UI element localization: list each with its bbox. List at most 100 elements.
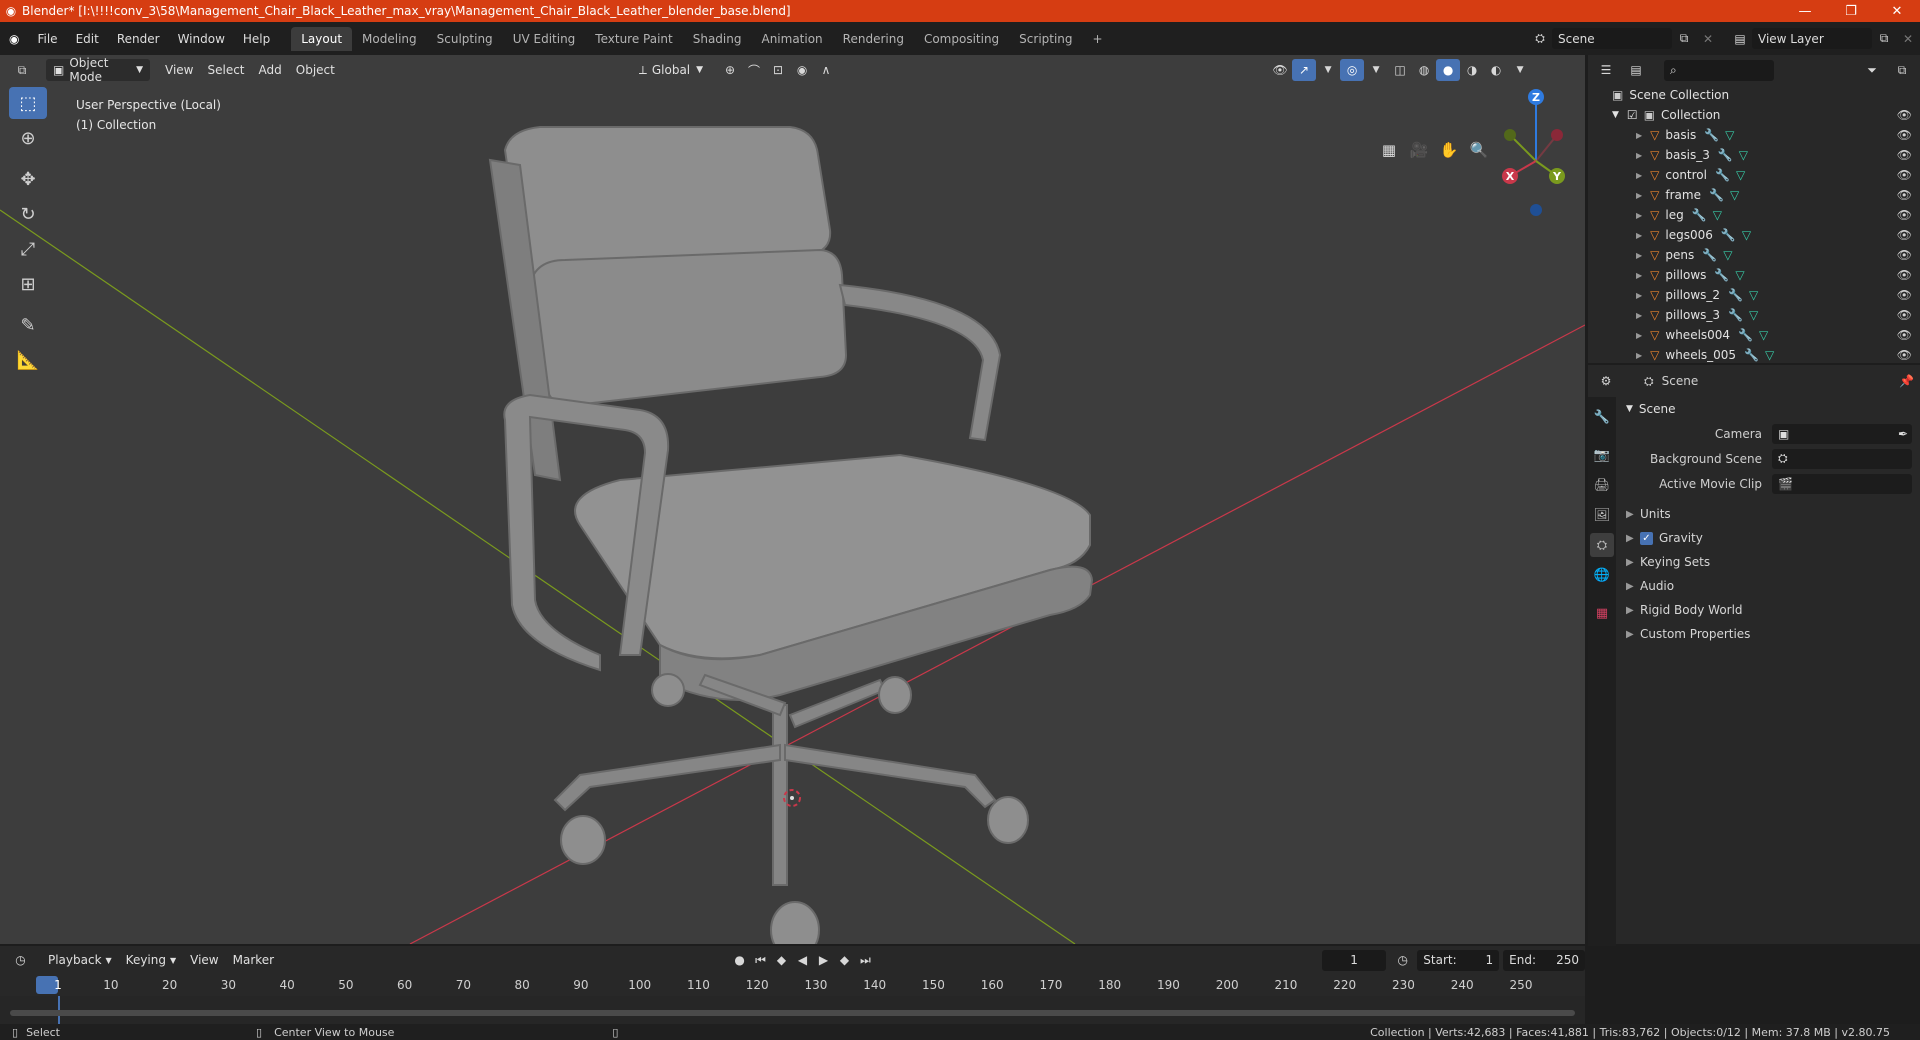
outliner-object-row[interactable]: ▶ ▽ wheels004 🔧 ▽ 👁: [1588, 325, 1920, 345]
expand-arrow-icon[interactable]: ▶: [1636, 191, 1642, 200]
outliner-search-input[interactable]: ⌕: [1664, 59, 1774, 81]
mesh-data-icon[interactable]: ▽: [1749, 288, 1758, 302]
falloff-icon[interactable]: ∧: [814, 59, 838, 81]
visibility-eye-icon[interactable]: 👁: [1897, 108, 1912, 122]
outliner-object-row[interactable]: ▶ ▽ legs006 🔧 ▽ 👁: [1588, 225, 1920, 245]
gizmo-dropdown-icon[interactable]: ▼: [1316, 59, 1340, 81]
play-icon[interactable]: ▶: [813, 949, 834, 971]
tab-uv-editing[interactable]: UV Editing: [503, 27, 586, 51]
tab-shading[interactable]: Shading: [683, 27, 752, 51]
tab-texture-paint[interactable]: Texture Paint: [585, 27, 682, 51]
keying-sets-subpanel[interactable]: ▶ Keying Sets: [1618, 550, 1920, 574]
expand-arrow-icon[interactable]: ▶: [1636, 211, 1642, 220]
modifier-wrench-icon[interactable]: 🔧: [1692, 208, 1707, 222]
units-subpanel[interactable]: ▶ Units: [1618, 502, 1920, 526]
visibility-eye-icon[interactable]: 👁: [1897, 188, 1912, 202]
visibility-eye-icon[interactable]: 👁: [1897, 228, 1912, 242]
modifier-wrench-icon[interactable]: 🔧: [1702, 248, 1717, 262]
mesh-data-icon[interactable]: ▽: [1725, 128, 1734, 142]
add-workspace-icon[interactable]: +: [1083, 27, 1113, 51]
remove-scene-icon[interactable]: ✕: [1696, 28, 1720, 50]
start-frame-field[interactable]: Start: 1: [1417, 949, 1500, 971]
scale-tool-icon[interactable]: ⤢: [9, 233, 47, 265]
expand-arrow-icon[interactable]: ▶: [1636, 231, 1642, 240]
cursor-tool-icon[interactable]: ⊕: [9, 122, 47, 154]
audio-subpanel[interactable]: ▶ Audio: [1618, 574, 1920, 598]
rigid-body-world-subpanel[interactable]: ▶ Rigid Body World: [1618, 598, 1920, 622]
menu-edit[interactable]: Edit: [67, 32, 108, 46]
menu-select[interactable]: Select: [200, 59, 251, 81]
checkbox-icon[interactable]: ☑: [1627, 108, 1638, 122]
visibility-eye-icon[interactable]: 👁: [1897, 308, 1912, 322]
pan-hand-icon[interactable]: ✋: [1436, 137, 1462, 163]
editor-type-icon[interactable]: ⧉: [10, 59, 34, 81]
menu-add[interactable]: Add: [252, 59, 289, 81]
tab-animation[interactable]: Animation: [751, 27, 832, 51]
render-tab-icon[interactable]: 📷: [1590, 443, 1614, 467]
mesh-data-icon[interactable]: ▽: [1736, 168, 1745, 182]
background-scene-field[interactable]: ⛭: [1772, 448, 1912, 469]
visibility-eye-icon[interactable]: 👁: [1897, 148, 1912, 162]
camera-field[interactable]: ▣ ✒: [1772, 423, 1912, 444]
view-layer-icon[interactable]: ▤: [1728, 28, 1752, 50]
expand-arrow-icon[interactable]: ▶: [1636, 311, 1642, 320]
move-tool-icon[interactable]: ✥: [9, 163, 47, 195]
menu-render[interactable]: Render: [108, 32, 169, 46]
expand-arrow-icon[interactable]: ▶: [1636, 131, 1642, 140]
menu-marker[interactable]: Marker: [226, 949, 281, 971]
eyedropper-icon[interactable]: ✒: [1898, 427, 1908, 441]
proportional-edit-icon[interactable]: ◉: [790, 59, 814, 81]
timeline-track[interactable]: [0, 996, 1585, 1024]
pin-icon[interactable]: 📌: [1899, 374, 1914, 388]
modifier-wrench-icon[interactable]: 🔧: [1709, 188, 1724, 202]
view-object-types-icon[interactable]: 👁: [1268, 59, 1292, 81]
scene-name-field[interactable]: Scene: [1552, 28, 1672, 49]
outliner-object-row[interactable]: ▶ ▽ pens 🔧 ▽ 👁: [1588, 245, 1920, 265]
new-view-layer-icon[interactable]: ⧉: [1872, 28, 1896, 50]
outliner-object-row[interactable]: ▶ ▽ pillows_3 🔧 ▽ 👁: [1588, 305, 1920, 325]
tab-scripting[interactable]: Scripting: [1009, 27, 1082, 51]
end-frame-field[interactable]: End: 250: [1503, 949, 1586, 971]
view-layer-field[interactable]: View Layer: [1752, 28, 1872, 49]
expand-arrow-icon[interactable]: ▶: [1636, 291, 1642, 300]
material-shading-icon[interactable]: ◑: [1460, 59, 1484, 81]
next-keyframe-icon[interactable]: ◆: [834, 949, 855, 971]
modifier-wrench-icon[interactable]: 🔧: [1728, 308, 1743, 322]
visibility-eye-icon[interactable]: 👁: [1897, 248, 1912, 262]
texture-tab-icon[interactable]: ▦: [1590, 601, 1614, 625]
gizmo-toggle-icon[interactable]: ↗: [1292, 59, 1317, 81]
outliner-editor-type-icon[interactable]: ☰: [1594, 59, 1618, 81]
overlay-toggle-icon[interactable]: ◎: [1340, 59, 1365, 81]
xray-icon[interactable]: ◫: [1388, 59, 1412, 81]
menu-view[interactable]: View: [158, 59, 200, 81]
rendered-shading-icon[interactable]: ◐: [1484, 59, 1508, 81]
rotate-tool-icon[interactable]: ↻: [9, 198, 47, 230]
menu-help[interactable]: Help: [234, 32, 279, 46]
scene-panel-header[interactable]: ▼ Scene: [1618, 397, 1920, 421]
snap-icon[interactable]: ⌒: [742, 59, 766, 81]
gravity-checkbox[interactable]: ✓: [1640, 531, 1653, 545]
custom-properties-subpanel[interactable]: ▶ Custom Properties: [1618, 622, 1920, 646]
scene-tab-icon[interactable]: ⛭: [1590, 533, 1614, 557]
display-mode-icon[interactable]: ▤: [1624, 59, 1648, 81]
scene-collection-row[interactable]: ▣ Scene Collection: [1588, 85, 1920, 105]
view-layer-tab-icon[interactable]: 🖼: [1590, 503, 1614, 527]
modifier-wrench-icon[interactable]: 🔧: [1704, 128, 1719, 142]
active-movie-clip-field[interactable]: 🎬: [1772, 473, 1912, 494]
visibility-eye-icon[interactable]: 👁: [1897, 288, 1912, 302]
blender-menu-icon[interactable]: ◉: [0, 32, 28, 46]
new-collection-icon[interactable]: ⧉: [1890, 59, 1914, 81]
play-reverse-icon[interactable]: ◀: [792, 949, 813, 971]
collection-row[interactable]: ▼ ☑ ▣ Collection 👁: [1588, 105, 1920, 125]
menu-window[interactable]: Window: [169, 32, 234, 46]
camera-view-icon[interactable]: 🎥: [1406, 137, 1432, 163]
output-tab-icon[interactable]: 🖨: [1590, 473, 1614, 497]
visibility-eye-icon[interactable]: 👁: [1897, 328, 1912, 342]
menu-playback[interactable]: Playback ▼: [41, 949, 119, 971]
new-scene-icon[interactable]: ⧉: [1672, 28, 1696, 50]
menu-keying[interactable]: Keying ▼: [119, 949, 183, 971]
expand-arrow-icon[interactable]: ▶: [1636, 331, 1642, 340]
select-box-icon[interactable]: ⬚: [9, 87, 47, 119]
tab-rendering[interactable]: Rendering: [833, 27, 914, 51]
grid-view-icon[interactable]: ▦: [1376, 137, 1402, 163]
